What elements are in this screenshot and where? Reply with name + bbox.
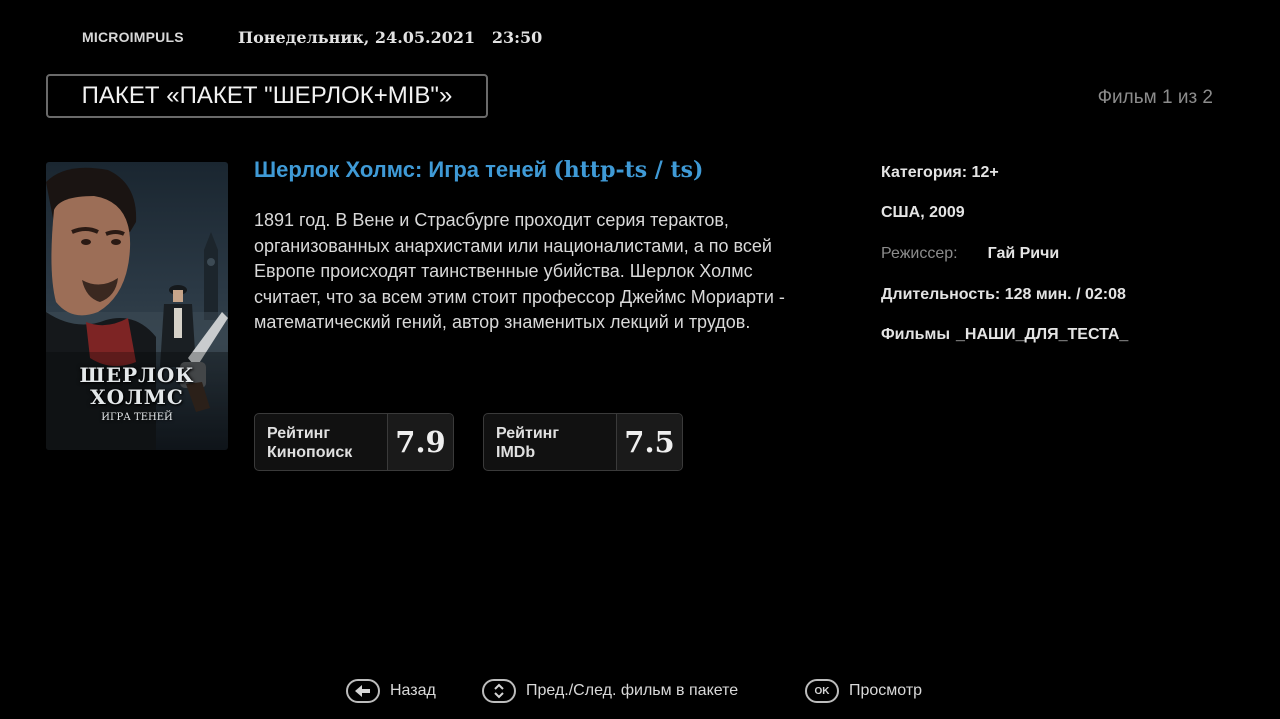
rating-kinopoisk-label-line-2: Кинопоиск: [267, 444, 353, 461]
brand-logo: MICROIMPULS: [82, 29, 184, 45]
rating-imdb-label-line-2: IMDb: [496, 444, 536, 461]
back-button[interactable]: Назад: [346, 677, 436, 705]
info-genre: Фильмы _НАШИ_ДЛЯ_ТЕСТА_: [881, 326, 1128, 344]
rating-kinopoisk-label-line-1: Рейтинг: [267, 425, 331, 442]
play-button-label: Просмотр: [849, 682, 923, 699]
info-category: Категория: 12+: [881, 164, 999, 181]
info-duration: Длительность: 128 мин. / 02:08: [881, 286, 1126, 303]
package-title: ПАКЕТ «ПАКЕТ "ШЕРЛОК+MIB"»: [46, 74, 488, 118]
info-genre-label: Фильмы: [881, 326, 950, 343]
play-button[interactable]: OK Просмотр: [805, 677, 922, 705]
poster-title-line-2: ХОЛМС: [90, 385, 184, 409]
rating-kinopoisk-value: 7.9: [387, 414, 453, 470]
up-down-icon: [482, 679, 516, 703]
rating-imdb-value: 7.5: [616, 414, 682, 470]
rating-imdb-label: Рейтинг IMDb: [484, 414, 616, 470]
info-director: Режиссер: Гай Ричи: [881, 245, 1059, 263]
poster-title-line-1: ШЕРЛОК: [79, 363, 195, 387]
poster-subtitle: ИГРА ТЕНЕЙ: [101, 412, 173, 423]
film-details-screen: MICROIMPULS Понедельник, 24.05.2021 23:5…: [0, 0, 1280, 719]
prev-next-film-button[interactable]: Пред./След. фильм в пакете: [482, 677, 738, 705]
info-director-label: Режиссер:: [881, 245, 958, 262]
film-title: Шерлок Холмс: Игра теней (http-ts / ts): [254, 157, 703, 183]
info-genre-value: _НАШИ_ДЛЯ_ТЕСТА_: [956, 326, 1129, 343]
film-stream-type: (http-ts / ts): [553, 157, 704, 183]
film-counter: Фильм 1 из 2: [1097, 87, 1213, 108]
rating-kinopoisk-label: Рейтинг Кинопоиск: [255, 414, 387, 470]
rating-kinopoisk: Рейтинг Кинопоиск 7.9: [254, 413, 454, 471]
rating-imdb-label-line-1: Рейтинг: [496, 425, 560, 442]
prev-next-film-label: Пред./След. фильм в пакете: [526, 682, 739, 699]
poster-title: ШЕРЛОК ХОЛМС: [46, 364, 228, 408]
film-poster: ШЕРЛОК ХОЛМС ИГРА ТЕНЕЙ: [46, 162, 228, 450]
rating-imdb: Рейтинг IMDb 7.5: [483, 413, 683, 471]
ok-key-icon: OK: [805, 679, 839, 703]
info-director-value: Гай Ричи: [987, 245, 1060, 262]
film-description: 1891 год. В Вене и Страсбурге проходит с…: [254, 210, 785, 332]
date-time: Понедельник, 24.05.2021 23:50: [238, 28, 543, 47]
film-title-main: Шерлок Холмс: Игра теней: [254, 157, 548, 182]
back-button-label: Назад: [390, 682, 436, 699]
back-arrow-icon: [346, 679, 380, 703]
info-country-year: США, 2009: [881, 204, 965, 221]
